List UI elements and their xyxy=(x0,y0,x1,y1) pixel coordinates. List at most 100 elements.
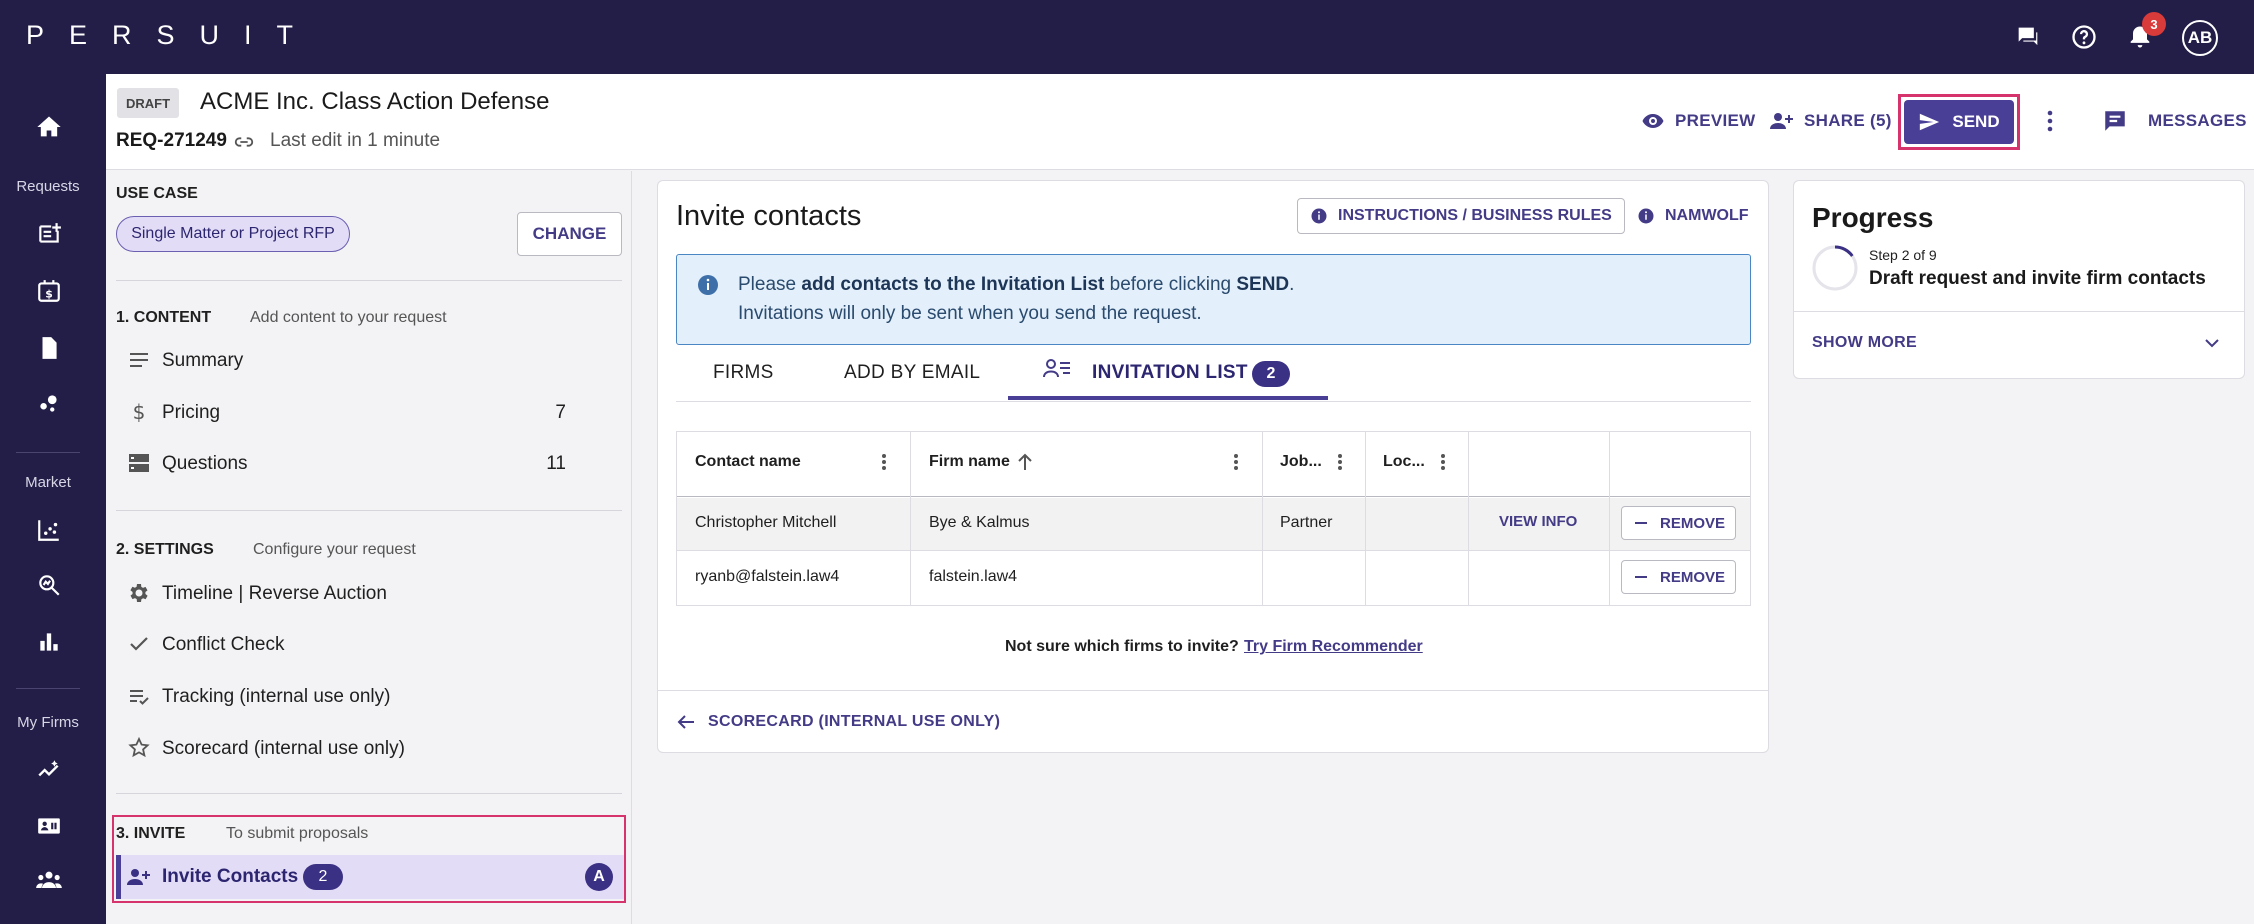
column-header-location[interactable]: Loc... xyxy=(1383,453,1425,471)
help-icon[interactable] xyxy=(2067,20,2101,54)
section-content-subtitle: Add content to your request xyxy=(250,309,447,326)
share-button[interactable]: SHARE (5) xyxy=(1768,108,1892,134)
section-invite-title: 3. INVITE xyxy=(116,825,186,842)
back-to-scorecard-link[interactable]: SCORECARD (INTERNAL USE ONLY) xyxy=(676,712,1000,732)
nav-section-requests: Requests xyxy=(16,178,80,195)
column-menu-icon[interactable] xyxy=(1332,450,1348,474)
view-info-link[interactable]: VIEW INFO xyxy=(1499,513,1577,530)
column-header-firm-name[interactable]: Firm name xyxy=(929,453,1010,471)
storage-icon xyxy=(126,450,152,476)
sidebar-item-pricing[interactable]: Pricing xyxy=(162,402,220,424)
groups-icon[interactable] xyxy=(34,866,64,896)
add-person-icon xyxy=(125,864,151,890)
new-request-icon[interactable] xyxy=(34,219,64,249)
progress-step-count: Step 2 of 9 xyxy=(1869,247,1937,263)
send-icon xyxy=(1920,113,1940,131)
share-label: SHARE (5) xyxy=(1804,111,1892,130)
use-case-label: USE CASE xyxy=(116,185,198,202)
status-badge: DRAFT xyxy=(117,88,179,118)
trending-icon[interactable] xyxy=(34,755,64,785)
card-divider xyxy=(658,690,1768,691)
nav-divider xyxy=(16,452,80,453)
tab-add-by-email[interactable]: ADD BY EMAIL xyxy=(844,362,980,384)
remove-button[interactable]: REMOVE xyxy=(1621,506,1736,540)
scatter-chart-icon[interactable] xyxy=(34,515,64,545)
send-button[interactable]: SEND xyxy=(1904,100,2014,144)
invite-count-badge: 2 xyxy=(303,864,343,890)
gear-icon xyxy=(126,580,152,606)
column-divider xyxy=(910,432,911,605)
notes-icon xyxy=(126,347,152,373)
column-menu-icon[interactable] xyxy=(876,450,892,474)
sidebar-item-tracking[interactable]: Tracking (internal use only) xyxy=(162,686,390,708)
active-tab-indicator xyxy=(1008,396,1328,400)
pricing-count: 7 xyxy=(555,402,566,423)
dollar-icon: $ xyxy=(126,399,152,425)
remove-label: REMOVE xyxy=(1660,514,1726,532)
sidebar-item-summary[interactable]: Summary xyxy=(162,350,243,372)
sort-ascending-icon[interactable] xyxy=(1016,452,1034,472)
bubbles-icon[interactable] xyxy=(34,388,64,418)
nav-section-market: Market xyxy=(25,474,71,491)
recommender-prompt: Not sure which firms to invite? xyxy=(1005,638,1239,655)
remove-button[interactable]: REMOVE xyxy=(1621,560,1736,594)
chat-icon[interactable] xyxy=(2011,20,2045,54)
column-header-contact-name[interactable]: Contact name xyxy=(695,453,801,471)
tab-firms[interactable]: FIRMS xyxy=(713,362,774,384)
sidebar-divider xyxy=(116,510,622,511)
messages-button[interactable]: MESSAGES xyxy=(2102,108,2247,134)
info-banner xyxy=(676,254,1751,345)
search-insights-icon[interactable] xyxy=(34,570,64,600)
preview-button[interactable]: PREVIEW xyxy=(1641,108,1756,134)
bar-chart-icon[interactable] xyxy=(34,627,64,657)
messages-label: MESSAGES xyxy=(2148,111,2247,130)
table-row-divider xyxy=(677,550,1750,551)
sidebar-divider xyxy=(116,280,622,281)
column-menu-icon[interactable] xyxy=(1228,450,1244,474)
instructions-label: INSTRUCTIONS / BUSINESS RULES xyxy=(1338,207,1612,224)
chevron-down-icon[interactable] xyxy=(2200,331,2224,355)
svg-text:$: $ xyxy=(45,288,53,301)
more-vertical-icon[interactable] xyxy=(2040,108,2060,134)
instructions-button[interactable]: INSTRUCTIONS / BUSINESS RULES xyxy=(1297,198,1625,234)
column-divider xyxy=(1262,432,1263,605)
link-icon[interactable] xyxy=(233,131,255,153)
show-more-button[interactable]: SHOW MORE xyxy=(1812,334,1917,352)
page-title: ACME Inc. Class Action Defense xyxy=(200,88,550,115)
column-menu-icon[interactable] xyxy=(1435,450,1451,474)
contact-card-icon[interactable] xyxy=(34,811,64,841)
sidebar-item-timeline[interactable]: Timeline | Reverse Auction xyxy=(162,583,387,605)
star-icon xyxy=(126,735,152,761)
namwolf-button[interactable]: NAMWOLF xyxy=(1625,198,1761,234)
info-icon xyxy=(1311,208,1327,224)
request-id: REQ-271249 xyxy=(116,130,227,151)
home-icon[interactable] xyxy=(34,112,64,142)
section-settings-title: 2. SETTINGS xyxy=(116,541,214,558)
nav-section-my-firms: My Firms xyxy=(17,714,79,731)
tab-invitation-list[interactable]: INVITATION LIST xyxy=(1092,362,1248,384)
svg-text:$: $ xyxy=(133,400,146,424)
sidebar-item-scorecard[interactable]: Scorecard (internal use only) xyxy=(162,738,405,760)
user-avatar[interactable]: AB xyxy=(2182,20,2218,56)
table-row-highlight xyxy=(677,498,1750,550)
column-divider xyxy=(1609,432,1610,605)
chat-icon xyxy=(2105,111,2125,131)
change-use-case-button[interactable]: CHANGE xyxy=(517,212,622,256)
column-header-job[interactable]: Job... xyxy=(1280,453,1322,471)
eye-icon xyxy=(1642,114,1664,128)
row-1-job: Partner xyxy=(1280,514,1333,531)
sidebar-item-questions[interactable]: Questions xyxy=(162,453,248,475)
progress-ring-icon xyxy=(1812,245,1858,291)
minus-icon xyxy=(1635,522,1647,524)
use-case-chip: Single Matter or Project RFP xyxy=(116,216,350,252)
document-icon[interactable] xyxy=(34,333,64,363)
persuit-logo[interactable]: PERSUIT xyxy=(26,20,318,51)
top-bar xyxy=(0,0,2254,74)
firm-recommender-link[interactable]: Try Firm Recommender xyxy=(1244,638,1423,656)
contact-list-icon xyxy=(1043,357,1071,383)
calendar-pricing-icon[interactable]: $ xyxy=(34,276,64,306)
sidebar-item-conflict-check[interactable]: Conflict Check xyxy=(162,634,285,656)
row-1-firm-name: Bye & Kalmus xyxy=(929,514,1030,531)
back-link-label: SCORECARD (INTERNAL USE ONLY) xyxy=(708,713,1001,730)
send-label: SEND xyxy=(1952,112,2000,131)
